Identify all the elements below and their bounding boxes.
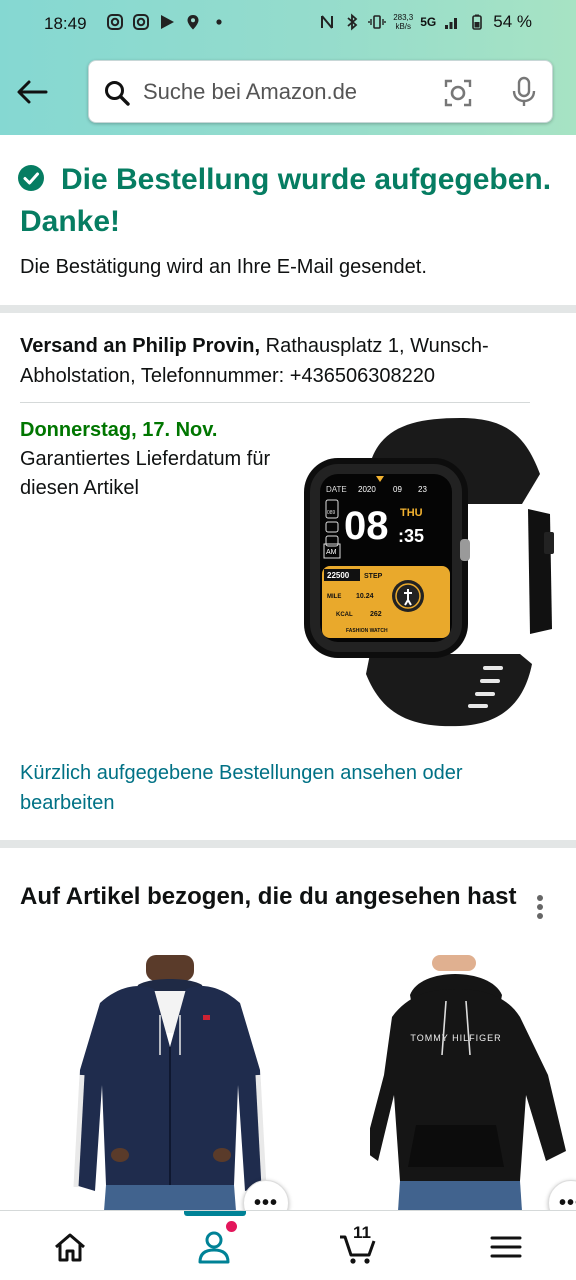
order-confirmation: Die Bestellung wurde aufgegeben. Danke! … <box>0 135 576 305</box>
dot-icon <box>216 19 222 25</box>
bottom-navigation: 11 <box>0 1210 576 1280</box>
watch-minute: :35 <box>398 526 424 546</box>
cart-count: 11 <box>353 1223 371 1242</box>
watch-month: 09 <box>393 485 402 494</box>
smartwatch-image[interactable]: DATE 2020 09 23 089 AM 08 THU :35 22500 … <box>300 414 560 730</box>
delivery-date: Donnerstag, 17. Nov. <box>20 419 218 441</box>
notification-dot <box>226 1221 237 1232</box>
watch-brand: FASHION WATCH <box>346 628 388 634</box>
instagram-icon <box>133 14 149 30</box>
battery-icon <box>472 14 483 30</box>
system-icons: 283,3 kB/s 5G 54 % <box>318 12 532 32</box>
notification-icons <box>106 13 228 31</box>
network-type: 5G <box>420 15 437 29</box>
search-icon <box>105 81 130 106</box>
divider-line <box>20 402 530 403</box>
delivery-info: Donnerstag, 17. Nov. Garantiertes Liefer… <box>20 416 290 503</box>
play-store-icon <box>161 15 174 29</box>
status-bar: 18:49 283,3 kB/s 5G 54 % <box>0 0 576 48</box>
status-time: 18:49 <box>44 14 87 33</box>
home-icon[interactable] <box>50 1229 90 1265</box>
bluetooth-icon <box>347 13 358 31</box>
confirmation-subtitle: Die Bestätigung wird an Ihre E-Mail gese… <box>20 256 427 278</box>
watch-kcal-value: 262 <box>370 611 382 618</box>
check-circle-icon <box>18 165 44 191</box>
signal-icon <box>445 18 458 29</box>
watch-date-label: DATE <box>326 485 347 494</box>
section-divider <box>0 840 576 848</box>
shipping-address: Versand an Philip Provin, Rathausplatz 1… <box>20 331 556 391</box>
watch-mile-value: 10.24 <box>356 593 374 600</box>
shipping-label: Versand an Philip Provin, <box>20 335 261 357</box>
recent-orders-link[interactable]: Kürzlich aufgegebene Bestellungen ansehe… <box>20 758 550 818</box>
search-input[interactable] <box>143 75 423 109</box>
microphone-icon[interactable] <box>509 76 539 108</box>
section-divider <box>0 305 576 313</box>
active-tab-indicator <box>184 1211 246 1216</box>
location-icon <box>187 15 199 30</box>
network-speed: 283,3 kB/s <box>393 13 414 31</box>
watch-day: 23 <box>418 485 427 494</box>
watch-ampm: AM <box>326 549 337 556</box>
account-icon[interactable] <box>194 1229 234 1265</box>
watch-heart-value: 089 <box>327 510 336 516</box>
back-arrow-icon[interactable] <box>14 74 50 110</box>
camera-search-icon[interactable] <box>443 78 473 108</box>
delivery-note: Garantiertes Lieferdatum für diesen Arti… <box>20 448 271 499</box>
menu-icon[interactable] <box>486 1229 526 1265</box>
watch-year: 2020 <box>358 485 376 494</box>
watch-steps-label: STEP <box>364 573 383 580</box>
instagram-icon <box>107 14 123 30</box>
vibrate-icon <box>368 15 386 29</box>
product-image-hoodie[interactable]: TOMMY HILFIGER <box>370 955 570 1211</box>
nfc-icon <box>321 15 334 29</box>
more-options-icon[interactable] <box>530 893 550 925</box>
watch-weekday: THU <box>400 507 423 519</box>
watch-kcal-label: KCAL <box>336 612 353 618</box>
watch-hour: 08 <box>344 504 389 548</box>
product-image-zip-hoodie[interactable] <box>60 955 280 1211</box>
search-bar[interactable] <box>88 60 553 123</box>
watch-mile-label: MILE <box>327 594 341 600</box>
header-area: 18:49 283,3 kB/s 5G 54 % <box>0 0 576 135</box>
confirmation-title: Die Bestellung wurde aufgegeben. Danke! <box>20 163 552 238</box>
hoodie-logo-text: TOMMY HILFIGER <box>410 1033 501 1043</box>
watch-steps: 22500 <box>327 571 350 580</box>
battery-level: 54 % <box>493 12 532 31</box>
related-title: Auf Artikel bezogen, die du angesehen ha… <box>20 883 517 910</box>
